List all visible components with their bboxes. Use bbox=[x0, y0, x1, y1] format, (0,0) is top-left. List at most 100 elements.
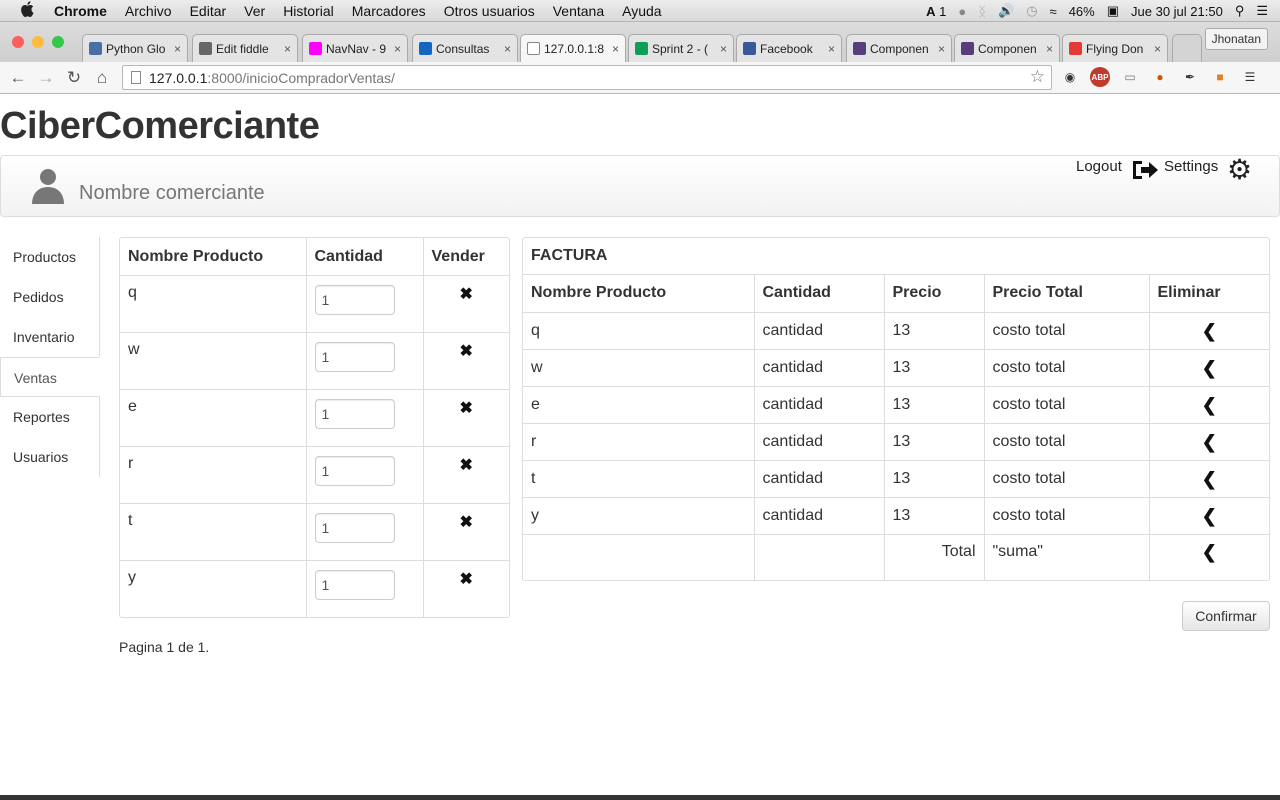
invoice-row: q cantidad 13 costo total ❮ bbox=[523, 311, 1269, 349]
invoice-product-name: r bbox=[523, 422, 754, 460]
close-window-button[interactable] bbox=[12, 36, 24, 48]
address-bar[interactable]: 127.0.0.1:8000/inicioCompradorVentas/ ☆ bbox=[122, 65, 1052, 90]
sidebar-item-reportes[interactable]: Reportes bbox=[0, 397, 99, 437]
brand-title[interactable]: CiberComerciante bbox=[0, 105, 320, 148]
reload-icon[interactable]: ↻ bbox=[60, 68, 88, 88]
home-icon[interactable]: ⌂ bbox=[88, 68, 116, 88]
chevron-left-icon[interactable]: ❮ bbox=[1158, 507, 1262, 525]
notification-center-icon[interactable]: ☰ bbox=[1256, 3, 1268, 19]
new-tab-button[interactable] bbox=[1172, 34, 1202, 62]
logout-link[interactable]: Logout bbox=[1076, 158, 1122, 175]
browser-tab[interactable]: Componen × bbox=[846, 34, 952, 62]
invoice-price: 13 bbox=[883, 422, 984, 460]
remove-x-icon[interactable]: ✖ bbox=[432, 398, 502, 418]
browser-tab[interactable]: Edit fiddle × bbox=[192, 34, 298, 62]
fire-extension-icon[interactable]: ■ bbox=[1210, 67, 1230, 87]
tab-close-icon[interactable]: × bbox=[1154, 42, 1161, 56]
bluetooth-icon[interactable]: ᛝ bbox=[978, 4, 986, 19]
quantity-input[interactable] bbox=[314, 341, 395, 372]
eyedropper-icon[interactable]: ✒ bbox=[1180, 67, 1200, 87]
sidebar-item-ventas[interactable]: Ventas bbox=[0, 357, 100, 397]
chevron-left-icon[interactable]: ❮ bbox=[1158, 322, 1262, 340]
tab-close-icon[interactable]: × bbox=[1046, 42, 1053, 56]
chevron-left-icon[interactable]: ❮ bbox=[1158, 543, 1262, 561]
quantity-input[interactable] bbox=[314, 455, 395, 486]
invoice-product-name: e bbox=[523, 385, 754, 423]
back-icon[interactable]: ← bbox=[4, 68, 32, 88]
chevron-left-icon[interactable]: ❮ bbox=[1158, 433, 1262, 451]
browser-tab[interactable]: Sprint 2 - (× bbox=[628, 34, 734, 62]
chrome-menu-icon[interactable]: ☰ bbox=[1240, 67, 1260, 87]
remove-x-icon[interactable]: ✖ bbox=[432, 455, 502, 475]
tab-close-icon[interactable]: × bbox=[284, 42, 291, 56]
menu-editar[interactable]: Editar bbox=[190, 3, 227, 19]
battery-icon[interactable]: ▣ bbox=[1107, 3, 1119, 19]
menu-historial[interactable]: Historial bbox=[283, 3, 334, 19]
invoice-product-name: w bbox=[523, 348, 754, 386]
product-row: e✖ bbox=[120, 388, 509, 446]
extension-face-icon[interactable]: ● bbox=[1150, 67, 1170, 87]
forward-icon[interactable]: → bbox=[32, 68, 60, 88]
zoom-window-button[interactable] bbox=[52, 36, 64, 48]
chevron-left-icon[interactable]: ❮ bbox=[1158, 470, 1262, 488]
remove-x-icon[interactable]: ✖ bbox=[432, 569, 502, 589]
sidebar-item-inventario[interactable]: Inventario bbox=[0, 317, 99, 357]
menu-ayuda[interactable]: Ayuda bbox=[622, 3, 661, 19]
minimize-window-button[interactable] bbox=[32, 36, 44, 48]
spotlight-search-icon[interactable]: ⚲ bbox=[1235, 3, 1245, 19]
menu-ventana[interactable]: Ventana bbox=[553, 3, 604, 19]
notification-bell-icon[interactable]: ● bbox=[958, 4, 966, 19]
gear-icon[interactable]: ⚙ bbox=[1227, 156, 1255, 184]
tab-close-icon[interactable]: × bbox=[174, 42, 181, 56]
tab-close-icon[interactable]: × bbox=[828, 42, 835, 56]
wifi-icon[interactable]: ≈ bbox=[1050, 4, 1057, 19]
browser-tab[interactable]: 127.0.0.1:8 × bbox=[520, 34, 626, 62]
browser-tab[interactable]: Flying Don × bbox=[1062, 34, 1168, 62]
confirm-button[interactable]: Confirmar bbox=[1182, 601, 1270, 631]
menu-archivo[interactable]: Archivo bbox=[125, 3, 172, 19]
remove-x-icon[interactable]: ✖ bbox=[432, 341, 502, 361]
browser-tab[interactable]: NavNav - 9 × bbox=[302, 34, 408, 62]
tab-close-icon[interactable]: × bbox=[720, 42, 727, 56]
cast-icon[interactable]: ▭ bbox=[1120, 67, 1140, 87]
menu-ver[interactable]: Ver bbox=[244, 3, 265, 19]
chevron-left-icon[interactable]: ❮ bbox=[1158, 396, 1262, 414]
menu-otros-usuarios[interactable]: Otros usuarios bbox=[444, 3, 535, 19]
bookmark-star-icon[interactable]: ☆ bbox=[1030, 67, 1045, 87]
tab-close-icon[interactable]: × bbox=[394, 42, 401, 56]
quantity-input[interactable] bbox=[314, 284, 395, 315]
clock[interactable]: Jue 30 jul 21:50 bbox=[1131, 4, 1223, 19]
browser-tab[interactable]: Python Glo × bbox=[82, 34, 188, 62]
sidebar-item-productos[interactable]: Productos bbox=[0, 237, 99, 277]
invoice-row: r cantidad 13 costo total ❮ bbox=[523, 422, 1269, 460]
profile-button[interactable]: Jhonatan bbox=[1204, 28, 1268, 50]
remove-x-icon[interactable]: ✖ bbox=[432, 512, 502, 532]
battery-label[interactable]: 46% bbox=[1069, 4, 1095, 19]
invoice-quantity: cantidad bbox=[753, 496, 884, 534]
tab-close-icon[interactable]: × bbox=[612, 42, 619, 56]
settings-link[interactable]: Settings bbox=[1164, 158, 1218, 175]
tab-close-icon[interactable]: × bbox=[938, 42, 945, 56]
tab-title: Consultas bbox=[436, 41, 490, 56]
browser-tab[interactable]: Facebook × bbox=[736, 34, 842, 62]
adobe-status[interactable]: A 1 bbox=[926, 4, 946, 19]
sidebar-item-usuarios[interactable]: Usuarios bbox=[0, 437, 99, 477]
quantity-input[interactable] bbox=[314, 512, 395, 543]
menu-app-chrome[interactable]: Chrome bbox=[54, 3, 107, 19]
remove-x-icon[interactable]: ✖ bbox=[432, 284, 502, 304]
time-machine-icon[interactable]: ◷ bbox=[1026, 3, 1037, 19]
volume-icon[interactable]: 🔊 bbox=[998, 3, 1014, 19]
tab-close-icon[interactable]: × bbox=[504, 42, 511, 56]
adblock-plus-icon[interactable]: ABP bbox=[1090, 67, 1110, 87]
camera-extension-icon[interactable]: ◉ bbox=[1060, 67, 1080, 87]
quantity-input[interactable] bbox=[314, 398, 395, 429]
browser-tab[interactable]: Componen × bbox=[954, 34, 1060, 62]
sidebar-item-pedidos[interactable]: Pedidos bbox=[0, 277, 99, 317]
logout-icon[interactable] bbox=[1131, 158, 1159, 182]
browser-tab[interactable]: Consultas × bbox=[412, 34, 518, 62]
apple-icon[interactable] bbox=[20, 1, 38, 20]
quantity-input[interactable] bbox=[314, 569, 395, 600]
tab-title: Flying Don bbox=[1086, 41, 1144, 56]
chevron-left-icon[interactable]: ❮ bbox=[1158, 359, 1262, 377]
menu-marcadores[interactable]: Marcadores bbox=[352, 3, 426, 19]
